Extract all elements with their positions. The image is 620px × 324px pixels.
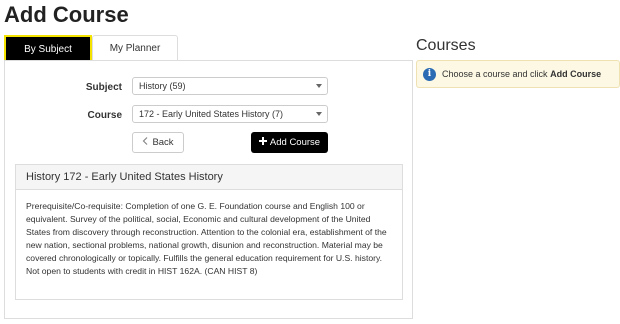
back-button-label: Back	[152, 137, 174, 148]
chevron-left-icon	[142, 137, 148, 148]
back-button[interactable]: Back	[132, 132, 184, 153]
course-detail-heading: History 172 - Early United States Histor…	[16, 165, 402, 190]
subject-label: Subject	[85, 82, 122, 93]
add-course-button[interactable]: Add Course	[251, 132, 328, 153]
subject-select-value: History (59)	[139, 81, 186, 91]
courses-info-alert: i Choose a course and click Add Course	[416, 60, 620, 88]
page-title: Add Course	[4, 2, 129, 27]
info-message-text: Choose a course and click	[442, 69, 548, 79]
info-message-emphasis: Add Course	[550, 69, 602, 79]
subject-select[interactable]: History (59)	[132, 77, 328, 95]
course-select-value: 172 - Early United States History (7)	[139, 109, 284, 119]
dropdown-caret-icon	[316, 84, 322, 88]
tab-by-subject[interactable]: By Subject	[4, 35, 92, 61]
info-message: Choose a course and click Add Course	[442, 69, 601, 79]
course-select[interactable]: 172 - Early United States History (7)	[132, 105, 328, 123]
course-label: Course	[87, 110, 122, 121]
info-icon: i	[423, 67, 436, 81]
course-description: Prerequisite/Co-requisite: Completion of…	[26, 201, 387, 277]
course-detail-card: History 172 - Early United States Histor…	[15, 164, 403, 300]
plus-icon	[258, 137, 267, 148]
dropdown-caret-icon	[316, 112, 322, 116]
tab-my-planner[interactable]: My Planner	[92, 35, 178, 61]
courses-title: Courses	[416, 37, 476, 54]
add-course-button-label: Add Course	[269, 137, 321, 148]
